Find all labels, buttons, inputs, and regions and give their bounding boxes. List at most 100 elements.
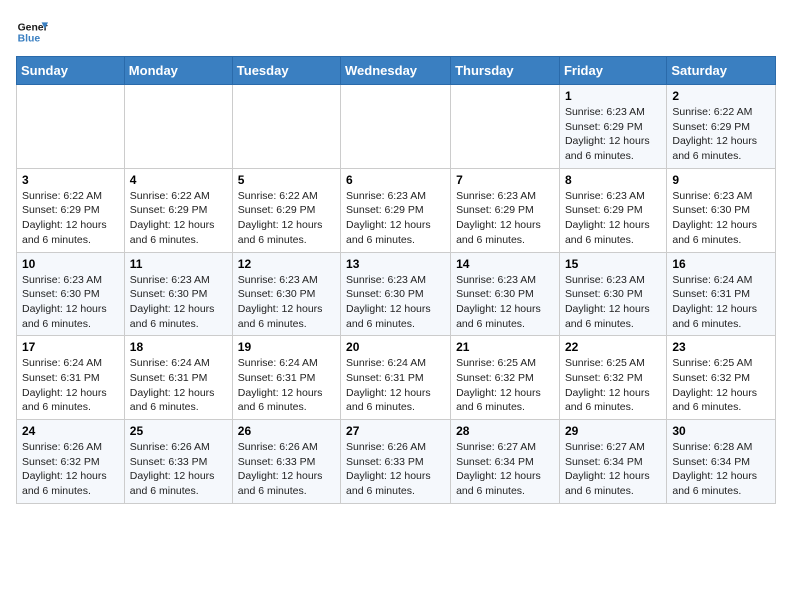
day-number: 15 <box>565 257 661 271</box>
weekday-header-monday: Monday <box>124 57 232 85</box>
calendar-cell: 30 Sunrise: 6:28 AMSunset: 6:34 PMDayligh… <box>667 420 776 504</box>
day-number: 12 <box>238 257 335 271</box>
day-number: 30 <box>672 424 770 438</box>
logo-icon: General Blue <box>16 16 48 48</box>
weekday-header-saturday: Saturday <box>667 57 776 85</box>
day-info: Sunrise: 6:25 AMSunset: 6:32 PMDaylight:… <box>456 356 554 415</box>
day-number: 4 <box>130 173 227 187</box>
calendar-cell <box>232 85 340 169</box>
day-number: 16 <box>672 257 770 271</box>
day-info: Sunrise: 6:26 AMSunset: 6:32 PMDaylight:… <box>22 440 119 499</box>
calendar-week-2: 3 Sunrise: 6:22 AMSunset: 6:29 PMDaylight… <box>17 168 776 252</box>
weekday-header-sunday: Sunday <box>17 57 125 85</box>
day-info: Sunrise: 6:23 AMSunset: 6:30 PMDaylight:… <box>22 273 119 332</box>
day-info: Sunrise: 6:22 AMSunset: 6:29 PMDaylight:… <box>130 189 227 248</box>
day-info: Sunrise: 6:24 AMSunset: 6:31 PMDaylight:… <box>672 273 770 332</box>
day-info: Sunrise: 6:23 AMSunset: 6:30 PMDaylight:… <box>130 273 227 332</box>
calendar-cell: 7Sunrise: 6:23 AMSunset: 6:29 PMDaylight… <box>451 168 560 252</box>
day-number: 26 <box>238 424 335 438</box>
day-number: 29 <box>565 424 661 438</box>
calendar-week-4: 17 Sunrise: 6:24 AMSunset: 6:31 PMDayligh… <box>17 336 776 420</box>
day-number: 18 <box>130 340 227 354</box>
svg-text:Blue: Blue <box>18 34 41 45</box>
calendar-cell: 8Sunrise: 6:23 AMSunset: 6:29 PMDaylight… <box>559 168 666 252</box>
calendar-cell <box>341 85 451 169</box>
day-info: Sunrise: 6:23 AMSunset: 6:30 PMDaylight:… <box>672 189 770 248</box>
day-info: Sunrise: 6:23 AMSunset: 6:29 PMDaylight:… <box>346 189 445 248</box>
calendar-cell <box>451 85 560 169</box>
day-number: 1 <box>565 89 661 103</box>
calendar-cell: 1 Sunrise: 6:23 AMSunset: 6:29 PMDaylight… <box>559 85 666 169</box>
day-number: 21 <box>456 340 554 354</box>
day-number: 25 <box>130 424 227 438</box>
calendar-cell: 21 Sunrise: 6:25 AMSunset: 6:32 PMDayligh… <box>451 336 560 420</box>
calendar-cell: 24 Sunrise: 6:26 AMSunset: 6:32 PMDayligh… <box>17 420 125 504</box>
day-info: Sunrise: 6:22 AMSunset: 6:29 PMDaylight:… <box>672 105 770 164</box>
weekday-header-wednesday: Wednesday <box>341 57 451 85</box>
calendar-cell: 13 Sunrise: 6:23 AMSunset: 6:30 PMDayligh… <box>341 252 451 336</box>
day-number: 19 <box>238 340 335 354</box>
calendar-cell: 17 Sunrise: 6:24 AMSunset: 6:31 PMDayligh… <box>17 336 125 420</box>
day-number: 13 <box>346 257 445 271</box>
day-info: Sunrise: 6:24 AMSunset: 6:31 PMDaylight:… <box>130 356 227 415</box>
weekday-header-thursday: Thursday <box>451 57 560 85</box>
day-number: 9 <box>672 173 770 187</box>
day-number: 23 <box>672 340 770 354</box>
day-number: 2 <box>672 89 770 103</box>
day-number: 28 <box>456 424 554 438</box>
calendar-cell: 5 Sunrise: 6:22 AMSunset: 6:29 PMDaylight… <box>232 168 340 252</box>
calendar-cell: 12 Sunrise: 6:23 AMSunset: 6:30 PMDayligh… <box>232 252 340 336</box>
weekday-header-tuesday: Tuesday <box>232 57 340 85</box>
calendar-week-1: 1 Sunrise: 6:23 AMSunset: 6:29 PMDaylight… <box>17 85 776 169</box>
day-info: Sunrise: 6:22 AMSunset: 6:29 PMDaylight:… <box>238 189 335 248</box>
calendar-cell: 20 Sunrise: 6:24 AMSunset: 6:31 PMDayligh… <box>341 336 451 420</box>
day-number: 24 <box>22 424 119 438</box>
calendar-cell: 19Sunrise: 6:24 AMSunset: 6:31 PMDayligh… <box>232 336 340 420</box>
day-number: 11 <box>130 257 227 271</box>
day-number: 8 <box>565 173 661 187</box>
calendar-cell: 3 Sunrise: 6:22 AMSunset: 6:29 PMDaylight… <box>17 168 125 252</box>
calendar-cell: 27Sunrise: 6:26 AMSunset: 6:33 PMDayligh… <box>341 420 451 504</box>
day-number: 14 <box>456 257 554 271</box>
calendar-table: SundayMondayTuesdayWednesdayThursdayFrid… <box>16 56 776 504</box>
day-number: 17 <box>22 340 119 354</box>
day-number: 5 <box>238 173 335 187</box>
day-info: Sunrise: 6:23 AMSunset: 6:29 PMDaylight:… <box>565 105 661 164</box>
calendar-cell: 2 Sunrise: 6:22 AMSunset: 6:29 PMDaylight… <box>667 85 776 169</box>
day-info: Sunrise: 6:26 AMSunset: 6:33 PMDaylight:… <box>130 440 227 499</box>
calendar-cell: 26Sunrise: 6:26 AMSunset: 6:33 PMDayligh… <box>232 420 340 504</box>
weekday-header-friday: Friday <box>559 57 666 85</box>
calendar-cell: 22Sunrise: 6:25 AMSunset: 6:32 PMDayligh… <box>559 336 666 420</box>
calendar-week-3: 10 Sunrise: 6:23 AMSunset: 6:30 PMDayligh… <box>17 252 776 336</box>
day-number: 20 <box>346 340 445 354</box>
calendar-cell: 6 Sunrise: 6:23 AMSunset: 6:29 PMDaylight… <box>341 168 451 252</box>
day-info: Sunrise: 6:27 AMSunset: 6:34 PMDaylight:… <box>565 440 661 499</box>
day-number: 10 <box>22 257 119 271</box>
calendar-cell: 25 Sunrise: 6:26 AMSunset: 6:33 PMDayligh… <box>124 420 232 504</box>
calendar-cell: 10 Sunrise: 6:23 AMSunset: 6:30 PMDayligh… <box>17 252 125 336</box>
day-info: Sunrise: 6:26 AMSunset: 6:33 PMDaylight:… <box>346 440 445 499</box>
day-info: Sunrise: 6:24 AMSunset: 6:31 PMDaylight:… <box>22 356 119 415</box>
calendar-cell: 28 Sunrise: 6:27 AMSunset: 6:34 PMDayligh… <box>451 420 560 504</box>
calendar-cell <box>17 85 125 169</box>
day-info: Sunrise: 6:24 AMSunset: 6:31 PMDaylight:… <box>346 356 445 415</box>
day-info: Sunrise: 6:27 AMSunset: 6:34 PMDaylight:… <box>456 440 554 499</box>
calendar-cell: 4 Sunrise: 6:22 AMSunset: 6:29 PMDaylight… <box>124 168 232 252</box>
calendar-cell: 16 Sunrise: 6:24 AMSunset: 6:31 PMDayligh… <box>667 252 776 336</box>
day-info: Sunrise: 6:23 AMSunset: 6:30 PMDaylight:… <box>238 273 335 332</box>
calendar-cell <box>124 85 232 169</box>
day-info: Sunrise: 6:22 AMSunset: 6:29 PMDaylight:… <box>22 189 119 248</box>
day-number: 22 <box>565 340 661 354</box>
day-number: 6 <box>346 173 445 187</box>
day-number: 3 <box>22 173 119 187</box>
calendar-week-5: 24 Sunrise: 6:26 AMSunset: 6:32 PMDayligh… <box>17 420 776 504</box>
day-info: Sunrise: 6:23 AMSunset: 6:30 PMDaylight:… <box>565 273 661 332</box>
calendar-cell: 18 Sunrise: 6:24 AMSunset: 6:31 PMDayligh… <box>124 336 232 420</box>
calendar-cell: 29 Sunrise: 6:27 AMSunset: 6:34 PMDayligh… <box>559 420 666 504</box>
calendar-header-row: SundayMondayTuesdayWednesdayThursdayFrid… <box>17 57 776 85</box>
day-info: Sunrise: 6:23 AMSunset: 6:30 PMDaylight:… <box>456 273 554 332</box>
day-info: Sunrise: 6:25 AMSunset: 6:32 PMDaylight:… <box>672 356 770 415</box>
day-info: Sunrise: 6:23 AMSunset: 6:30 PMDaylight:… <box>346 273 445 332</box>
day-number: 7 <box>456 173 554 187</box>
day-info: Sunrise: 6:28 AMSunset: 6:34 PMDaylight:… <box>672 440 770 499</box>
